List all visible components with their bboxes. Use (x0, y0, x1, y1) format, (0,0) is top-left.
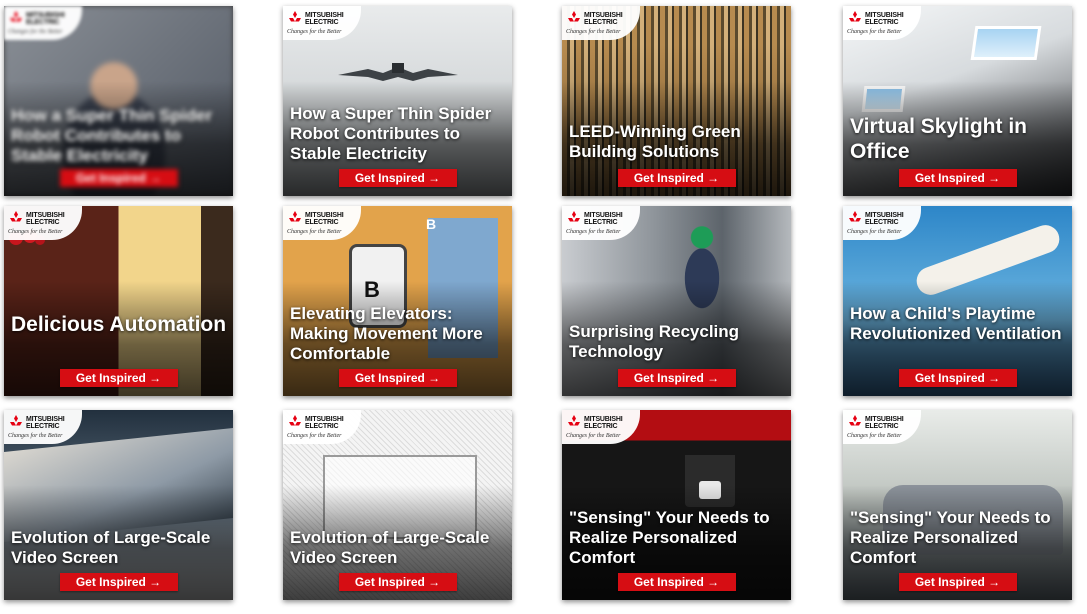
three-diamonds-icon (849, 415, 861, 426)
card-title: LEED-Winning Green Building Solutions (569, 122, 741, 161)
ad-card-9[interactable]: MITSUBISHI ELECTRIC Changes for the Bett… (4, 410, 233, 600)
brand-name: MITSUBISHI ELECTRIC (26, 212, 65, 226)
brand-tagline: Changes for the Better (847, 433, 902, 439)
brand-name: MITSUBISHI ELECTRIC (26, 416, 65, 430)
brand-name: MITSUBISHI ELECTRIC (865, 12, 904, 26)
brand-tagline: Changes for the Better (287, 229, 342, 235)
brand-tagline: Changes for the Better (287, 433, 342, 439)
brand-name: MITSUBISHI ELECTRIC (305, 416, 344, 430)
card-title: Delicious Automation (11, 313, 227, 336)
card-title: How a Super Thin Spider Robot Contribute… (290, 104, 492, 163)
brand-name: MITSUBISHI ELECTRIC (865, 416, 904, 430)
brand-name: MITSUBISHI ELECTRIC (305, 12, 344, 26)
get-inspired-button[interactable]: Get Inspired → (617, 169, 736, 187)
card-title: Evolution of Large-Scale Video Screen (290, 528, 490, 567)
card-title: "Sensing" Your Needs to Realize Personal… (569, 508, 770, 567)
ad-card-1[interactable]: MITSUBISHI ELECTRIC Changes for the Bett… (4, 6, 233, 196)
get-inspired-button[interactable]: Get Inspired → (59, 573, 178, 591)
brand-tagline: Changes for the Better (566, 29, 621, 35)
get-inspired-button[interactable]: Get Inspired → (898, 369, 1017, 387)
three-diamonds-icon (289, 415, 301, 426)
brand-tagline: Changes for the Better (8, 29, 63, 35)
brand-tagline: Changes for the Better (847, 229, 902, 235)
brand-name: MITSUBISHI ELECTRIC (305, 212, 344, 226)
get-inspired-button[interactable]: Get Inspired → (617, 573, 736, 591)
ad-card-5[interactable]: MITSUBISHI ELECTRIC Changes for the Bett… (4, 206, 233, 396)
brand-name: MITSUBISHI ELECTRIC (865, 212, 904, 226)
card-title: How a Super Thin Spider Robot Contribute… (11, 106, 213, 165)
card-title: "Sensing" Your Needs to Realize Personal… (850, 508, 1051, 567)
card-title: Elevating Elevators: Making Movement Mor… (290, 304, 483, 363)
get-inspired-button[interactable]: Get Inspired → (59, 169, 178, 187)
card-title: Evolution of Large-Scale Video Screen (11, 528, 211, 567)
three-diamonds-icon (289, 11, 301, 22)
three-diamonds-icon (568, 415, 580, 426)
get-inspired-button[interactable]: Get Inspired → (338, 573, 457, 591)
three-diamonds-icon (568, 211, 580, 222)
three-diamonds-icon (849, 211, 861, 222)
get-inspired-button[interactable]: Get Inspired → (617, 369, 736, 387)
brand-name: MITSUBISHI ELECTRIC (584, 416, 623, 430)
three-diamonds-icon (10, 11, 22, 22)
three-diamonds-icon (849, 11, 861, 22)
brand-tagline: Changes for the Better (847, 29, 902, 35)
ad-card-3[interactable]: MITSUBISHI ELECTRIC Changes for the Bett… (562, 6, 791, 196)
ad-card-4[interactable]: MITSUBISHI ELECTRIC Changes for the Bett… (843, 6, 1072, 196)
get-inspired-button[interactable]: Get Inspired → (898, 573, 1017, 591)
brand-name: MITSUBISHI ELECTRIC (584, 212, 623, 226)
brand-tagline: Changes for the Better (8, 229, 63, 235)
ad-card-8[interactable]: MITSUBISHI ELECTRIC Changes for the Bett… (843, 206, 1072, 396)
three-diamonds-icon (10, 211, 22, 222)
get-inspired-button[interactable]: Get Inspired → (338, 369, 457, 387)
brand-tagline: Changes for the Better (566, 229, 621, 235)
ad-card-11[interactable]: MITSUBISHI ELECTRIC Changes for the Bett… (562, 410, 791, 600)
get-inspired-button[interactable]: Get Inspired → (59, 369, 178, 387)
three-diamonds-icon (568, 11, 580, 22)
get-inspired-button[interactable]: Get Inspired → (898, 169, 1017, 187)
brand-name: MITSUBISHI ELECTRIC (26, 12, 65, 26)
ad-card-7[interactable]: MITSUBISHI ELECTRIC Changes for the Bett… (562, 206, 791, 396)
elevator-sign: B (426, 216, 437, 232)
brand-tagline: Changes for the Better (287, 29, 342, 35)
ad-card-12[interactable]: MITSUBISHI ELECTRIC Changes for the Bett… (843, 410, 1072, 600)
card-title: How a Child's Playtime Revolutionized Ve… (850, 304, 1062, 343)
card-title: Surprising Recycling Technology (569, 322, 740, 361)
ad-card-2[interactable]: MITSUBISHI ELECTRIC Changes for the Bett… (283, 6, 512, 196)
brand-name: MITSUBISHI ELECTRIC (584, 12, 623, 26)
ad-card-10[interactable]: MITSUBISHI ELECTRIC Changes for the Bett… (283, 410, 512, 600)
get-inspired-button[interactable]: Get Inspired → (338, 169, 457, 187)
three-diamonds-icon (289, 211, 301, 222)
brand-tagline: Changes for the Better (566, 433, 621, 439)
brand-tagline: Changes for the Better (8, 433, 63, 439)
card-title: Virtual Skylight in Office (850, 115, 1027, 163)
three-diamonds-icon (10, 415, 22, 426)
ad-card-6[interactable]: B B MITSUBISHI ELECTRIC Changes for the … (283, 206, 512, 396)
